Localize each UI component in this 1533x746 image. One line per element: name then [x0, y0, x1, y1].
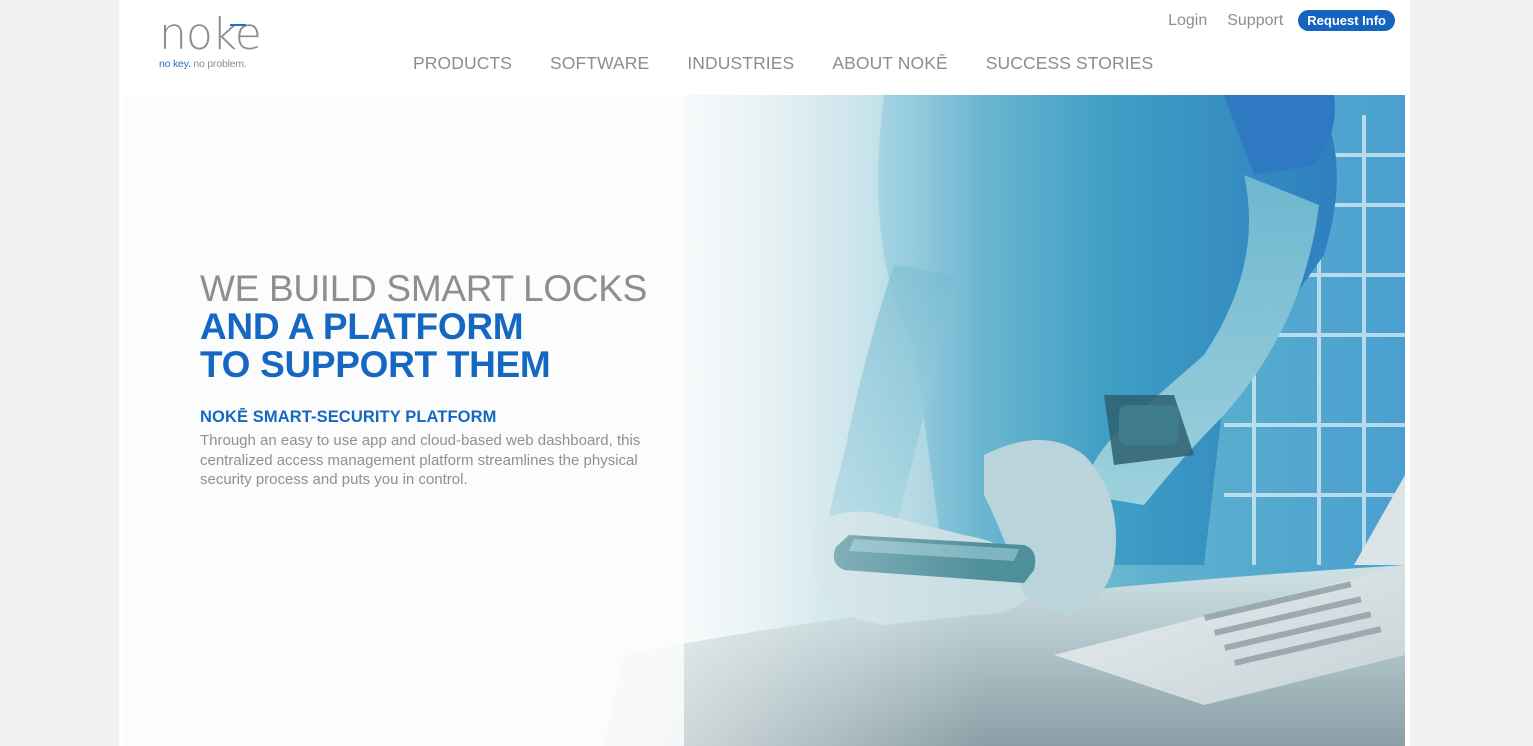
hero-body: Through an easy to use app and cloud-bas… — [200, 432, 641, 488]
headline-line-2: AND A PLATFORM — [200, 306, 524, 347]
login-link[interactable]: Login — [1168, 12, 1207, 30]
logo-tagline: no key. no problem. — [159, 58, 247, 70]
support-link[interactable]: Support — [1227, 12, 1283, 30]
utility-nav: Login Support Request Info — [1168, 10, 1395, 31]
nav-industries[interactable]: INDUSTRIES — [687, 53, 794, 74]
hero-text: WE BUILD SMART LOCKS AND A PLATFORM TO S… — [200, 270, 670, 490]
headline-line-3: TO SUPPORT THEM — [200, 344, 551, 385]
nav-success-stories[interactable]: SUCCESS STORIES — [986, 53, 1153, 74]
page: noke no key. no problem. Login Support R… — [119, 0, 1410, 746]
request-info-button[interactable]: Request Info — [1298, 10, 1395, 31]
main-nav: PRODUCTS SOFTWARE INDUSTRIES ABOUT NOKĒ … — [413, 53, 1191, 74]
site-header: noke no key. no problem. Login Support R… — [119, 0, 1410, 95]
logo-macron — [230, 24, 246, 26]
headline-line-1: WE BUILD SMART LOCKS — [200, 268, 648, 309]
hero-banner: WE BUILD SMART LOCKS AND A PLATFORM TO S… — [124, 95, 1405, 746]
nav-about-noke[interactable]: ABOUT NOKĒ — [832, 53, 947, 74]
nav-software[interactable]: SOFTWARE — [550, 53, 649, 74]
nav-products[interactable]: PRODUCTS — [413, 53, 512, 74]
logo-wordmark: noke — [159, 9, 262, 60]
hero-subhead: NOKĒ SMART-SECURITY PLATFORM — [200, 408, 497, 426]
noke-logo[interactable]: noke no key. no problem. — [159, 10, 269, 74]
